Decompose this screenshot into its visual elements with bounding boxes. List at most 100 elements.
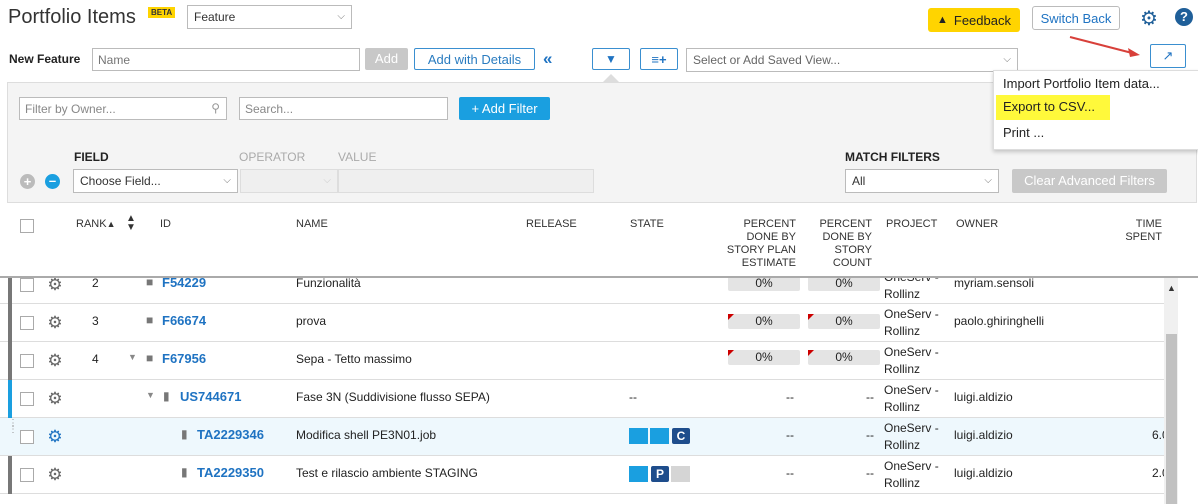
state-badge: P	[651, 466, 669, 482]
rank-header[interactable]: RANK▲	[76, 218, 115, 231]
task-icon: ▮	[181, 465, 188, 479]
state-segment-empty	[671, 466, 690, 482]
value-label: VALUE	[338, 150, 377, 164]
row-name: Sepa - Tetto massimo	[296, 352, 412, 366]
table-row[interactable]: ⚙ 3 ■ F66674 prova 0% 0% OneServ - Rollin…	[0, 304, 1168, 342]
search-input[interactable]: Search...	[239, 97, 448, 120]
row-owner: myriam.sensoli	[954, 276, 1035, 290]
row-owner: luigi.aldizio	[954, 390, 1013, 404]
value-input[interactable]	[338, 169, 594, 193]
select-all-checkbox[interactable]	[20, 219, 34, 233]
settings-gear-icon[interactable]: ⚙	[1140, 6, 1158, 31]
switch-back-button[interactable]: Switch Back	[1032, 6, 1120, 30]
row-id-link[interactable]: F67956	[162, 351, 206, 366]
import-menu-item[interactable]: Import Portfolio Item data...	[995, 72, 1160, 96]
vertical-scrollbar[interactable]: ▲	[1164, 278, 1178, 504]
row-name: prova	[296, 314, 327, 328]
row-id-link[interactable]: F66674	[162, 313, 206, 328]
pct-count-line: DONE BY	[822, 231, 872, 243]
owner-filter-input[interactable]: Filter by Owner... ⚲	[19, 97, 227, 120]
scrollbar-thumb[interactable]	[1166, 334, 1177, 504]
pct-plan-line: STORY PLAN	[726, 244, 796, 256]
name-input[interactable]	[92, 48, 360, 71]
time-spent-header[interactable]: TIME SPENT	[1110, 218, 1162, 244]
table-row[interactable]: ⚙ 4 ▼ ■ F67956 Sepa - Tetto massimo 0% 0…	[0, 342, 1168, 380]
reorder-icon[interactable]: ▲ ▼	[126, 214, 136, 233]
story-icon: ▮	[163, 389, 170, 403]
table-row[interactable]: ⚙ 2 ■ F54229 Funzionalità 0% 0% OneServ …	[0, 276, 1168, 304]
owner-filter-placeholder: Filter by Owner...	[25, 101, 116, 116]
filter-funnel-icon: ▼	[605, 52, 617, 66]
saved-view-select[interactable]: Select or Add Saved View... ⌵	[686, 48, 1018, 72]
collapse-chevron-icon[interactable]: «	[543, 49, 552, 69]
pct-plan-value: 0%	[755, 276, 773, 290]
row-id-link[interactable]: F54229	[162, 278, 206, 290]
rank-header-label: RANK	[76, 218, 107, 230]
table-row[interactable]: ⚙ ▮ TA2229350 Test e rilascio ambiente S…	[0, 456, 1169, 494]
name-header[interactable]: NAME	[296, 218, 328, 231]
pct-plan-header[interactable]: PERCENT DONE BY STORY PLAN ESTIMATE	[718, 218, 796, 270]
owner-header[interactable]: OWNER	[956, 218, 998, 231]
row-id-link[interactable]: US744671	[180, 389, 241, 404]
add-filter-button[interactable]: + Add Filter	[459, 97, 550, 120]
operator-select[interactable]: ⌵	[240, 169, 338, 193]
row-gear-icon[interactable]: ⚙	[46, 466, 64, 484]
row-checkbox[interactable]	[20, 316, 34, 330]
drag-handle-icon[interactable]: ⋮ ⋮	[8, 419, 18, 435]
row-id-link[interactable]: TA2229350	[197, 465, 264, 480]
match-filters-label: MATCH FILTERS	[845, 150, 940, 164]
match-select[interactable]: All ⌵	[845, 169, 999, 193]
scroll-up-arrow-icon[interactable]: ▲	[1167, 283, 1176, 293]
pct-count-line: COUNT	[832, 257, 872, 269]
state-header[interactable]: STATE	[630, 218, 664, 231]
row-checkbox[interactable]	[20, 468, 34, 482]
release-header[interactable]: RELEASE	[526, 218, 577, 231]
project-header[interactable]: PROJECT	[886, 218, 937, 231]
add-button[interactable]: Add	[365, 48, 408, 70]
expand-triangle-icon[interactable]: ▼	[146, 390, 155, 400]
add-row-icon[interactable]: +	[20, 174, 35, 189]
table-row[interactable]: ⋮ ⋮ ⚙ ▮ TA2229346 Modifica shell PE3N01.j…	[0, 418, 1169, 456]
page-title: Portfolio Items	[8, 6, 136, 28]
project-line: OneServ -	[884, 307, 939, 321]
id-header[interactable]: ID	[160, 218, 171, 231]
table-row[interactable]: ⚙ ▼ ▮ US744671 Fase 3N (Suddivisione flu…	[0, 380, 1168, 418]
row-gear-icon[interactable]: ⚙	[46, 428, 64, 446]
row-checkbox[interactable]	[20, 392, 34, 406]
expand-triangle-icon[interactable]: ▼	[128, 352, 137, 362]
row-project: OneServ - Rollinz	[884, 420, 939, 454]
clear-advanced-filters-button[interactable]: Clear Advanced Filters	[1012, 169, 1167, 193]
row-gear-icon[interactable]: ⚙	[46, 314, 64, 332]
help-icon[interactable]: ?	[1175, 8, 1193, 26]
export-button[interactable]: ↗	[1150, 44, 1186, 68]
pct-count-value: 0%	[835, 276, 853, 290]
state-segment	[629, 428, 648, 444]
project-line: Rollinz	[884, 324, 921, 338]
row-gear-icon[interactable]: ⚙	[46, 390, 64, 408]
row-gear-icon[interactable]: ⚙	[46, 278, 64, 294]
feedback-button[interactable]: ▲ Feedback	[928, 8, 1020, 32]
column-add-button[interactable]: ≡+	[640, 48, 678, 70]
project-line: Rollinz	[884, 438, 921, 452]
row-gear-icon[interactable]: ⚙	[46, 352, 64, 370]
filter-caret	[603, 74, 619, 82]
project-line: Rollinz	[884, 400, 921, 414]
row-checkbox[interactable]	[20, 278, 34, 292]
type-select[interactable]: Feature ⌵	[187, 5, 352, 29]
row-id-link[interactable]: TA2229346	[197, 427, 264, 442]
row-checkbox[interactable]	[20, 354, 34, 368]
row-indicator	[8, 380, 12, 418]
row-name: Fase 3N (Suddivisione flusso SEPA)	[296, 390, 490, 404]
row-checkbox[interactable]	[20, 430, 34, 444]
pct-count-header[interactable]: PERCENT DONE BY STORY COUNT	[812, 218, 872, 270]
field-select[interactable]: Choose Field... ⌵	[73, 169, 238, 193]
export-csv-menu-item[interactable]: Export to CSV...	[995, 95, 1095, 119]
filter-toggle-button[interactable]: ▼	[592, 48, 630, 70]
add-details-label: Add with Details	[427, 51, 522, 67]
remove-row-icon[interactable]: –	[45, 174, 60, 189]
beta-badge: BETA	[148, 7, 176, 18]
operator-label: OPERATOR	[239, 150, 306, 164]
add-with-details-button[interactable]: Add with Details	[414, 48, 535, 70]
pct-plan-value: --	[786, 428, 794, 442]
print-menu-item[interactable]: Print ...	[995, 121, 1044, 145]
